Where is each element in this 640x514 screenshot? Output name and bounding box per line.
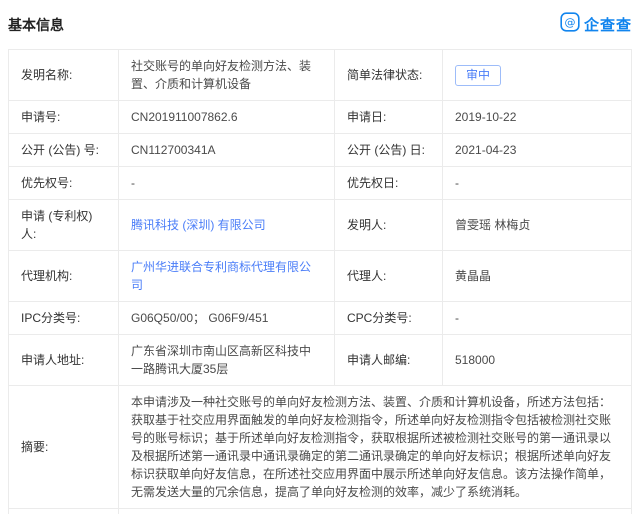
abstract-figure-cell: [119, 509, 632, 514]
field-label: 申请日:: [335, 101, 443, 134]
inventor-value: 曾雯瑶 林梅贞: [443, 200, 632, 251]
patent-basic-info-table: 发明名称: 社交账号的单向好友检测方法、装置、介质和计算机设备 简单法律状态: …: [8, 49, 632, 514]
basic-info-panel: 基本信息 @ 企查查 发明名称: 社交账号的单向好友检测方法、装置、介质和计算机…: [0, 0, 640, 514]
publication-date-value: 2021-04-23: [443, 134, 632, 167]
application-no-value: CN201911007862.6: [119, 101, 335, 134]
page-title: 基本信息: [8, 15, 64, 35]
field-label: IPC分类号:: [9, 302, 119, 335]
field-label: 代理人:: [335, 251, 443, 302]
applicant-address-value: 广东省深圳市南山区高新区科技中一路腾讯大厦35层: [119, 335, 335, 386]
table-row: 优先权号: - 优先权日: -: [9, 167, 632, 200]
brand-logo[interactable]: @ 企查查: [560, 12, 632, 37]
field-label: 申请人地址:: [9, 335, 119, 386]
field-label: 优先权日:: [335, 167, 443, 200]
status-badge: 审中: [455, 65, 501, 86]
table-row: 发明名称: 社交账号的单向好友检测方法、装置、介质和计算机设备 简单法律状态: …: [9, 50, 632, 101]
panel-header: 基本信息 @ 企查查: [8, 6, 632, 49]
field-label: 申请 (专利权) 人:: [9, 200, 119, 251]
table-row: 公开 (公告) 号: CN112700341A 公开 (公告) 日: 2021-…: [9, 134, 632, 167]
qichacha-icon: @: [560, 12, 580, 37]
table-row: 申请 (专利权) 人: 腾讯科技 (深圳) 有限公司 发明人: 曾雯瑶 林梅贞: [9, 200, 632, 251]
field-label: 简单法律状态:: [335, 50, 443, 101]
legal-status-cell: 审中: [443, 50, 632, 101]
agent-value: 黄晶晶: [443, 251, 632, 302]
field-label: 公开 (公告) 号:: [9, 134, 119, 167]
applicant-link[interactable]: 腾讯科技 (深圳) 有限公司: [131, 218, 266, 232]
svg-text:@: @: [564, 16, 575, 29]
field-label: 公开 (公告) 日:: [335, 134, 443, 167]
field-label: 摘要:: [9, 386, 119, 509]
cpc-value: -: [443, 302, 632, 335]
agency-cell: 广州华进联合专利商标代理有限公司: [119, 251, 335, 302]
field-label: 申请号:: [9, 101, 119, 134]
field-label: 发明名称:: [9, 50, 119, 101]
ipc-value: G06Q50/00； G06F9/451: [119, 302, 335, 335]
field-label: 代理机构:: [9, 251, 119, 302]
field-label: 摘要附图:: [9, 509, 119, 514]
invention-name-value: 社交账号的单向好友检测方法、装置、介质和计算机设备: [119, 50, 335, 101]
table-row: 申请人地址: 广东省深圳市南山区高新区科技中一路腾讯大厦35层 申请人邮编: 5…: [9, 335, 632, 386]
table-row: 申请号: CN201911007862.6 申请日: 2019-10-22: [9, 101, 632, 134]
agency-link[interactable]: 广州华进联合专利商标代理有限公司: [131, 260, 311, 292]
priority-no-value: -: [119, 167, 335, 200]
brand-name: 企查查: [584, 14, 632, 35]
application-date-value: 2019-10-22: [443, 101, 632, 134]
field-label: 优先权号:: [9, 167, 119, 200]
table-row: 摘要附图:: [9, 509, 632, 514]
field-label: 申请人邮编:: [335, 335, 443, 386]
priority-date-value: -: [443, 167, 632, 200]
abstract-value: 本申请涉及一种社交账号的单向好友检测方法、装置、介质和计算机设备，所述方法包括：…: [119, 386, 632, 509]
table-row: 摘要: 本申请涉及一种社交账号的单向好友检测方法、装置、介质和计算机设备，所述方…: [9, 386, 632, 509]
applicant-zipcode-value: 518000: [443, 335, 632, 386]
table-row: 代理机构: 广州华进联合专利商标代理有限公司 代理人: 黄晶晶: [9, 251, 632, 302]
applicant-cell: 腾讯科技 (深圳) 有限公司: [119, 200, 335, 251]
table-row: IPC分类号: G06Q50/00； G06F9/451 CPC分类号: -: [9, 302, 632, 335]
field-label: 发明人:: [335, 200, 443, 251]
publication-no-value: CN112700341A: [119, 134, 335, 167]
field-label: CPC分类号:: [335, 302, 443, 335]
